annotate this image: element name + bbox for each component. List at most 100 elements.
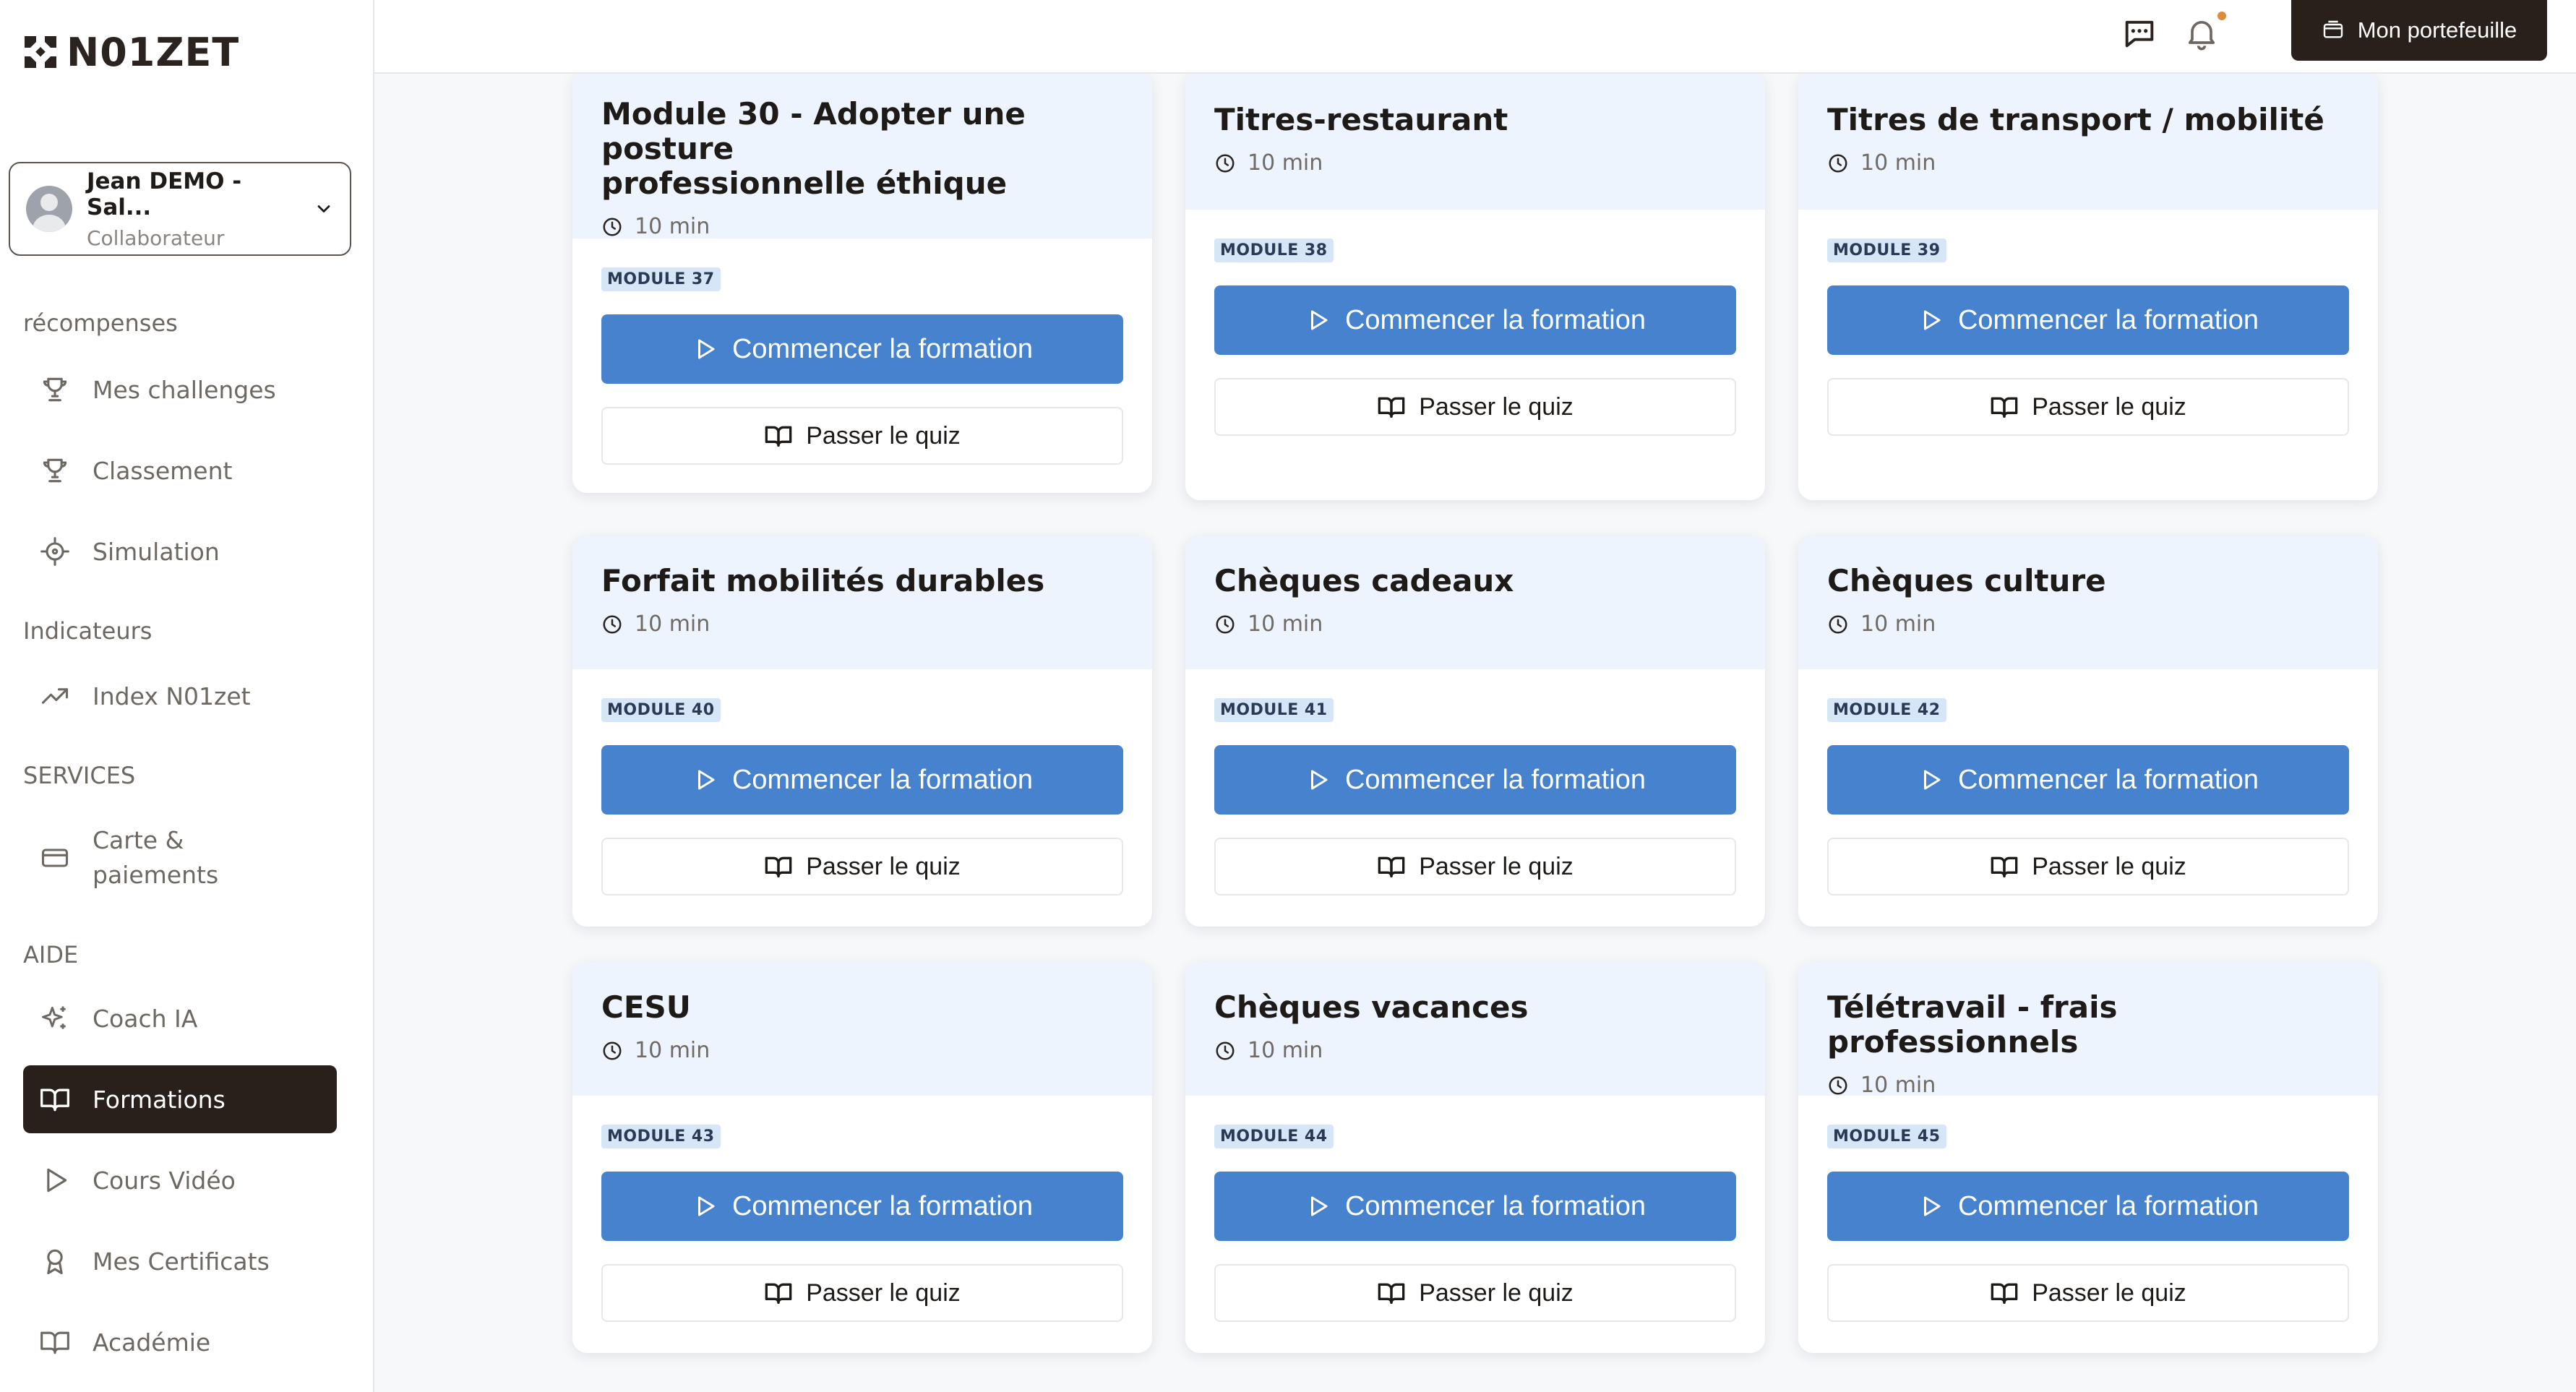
start-formation-button[interactable]: Commencer la formation bbox=[1827, 285, 2349, 355]
bell-icon[interactable] bbox=[2183, 14, 2220, 52]
sidebar-item-label: Mes Certificats bbox=[93, 1247, 270, 1276]
sidebar-item-label: Simulation bbox=[93, 537, 220, 566]
module-duration: 10 min bbox=[1827, 611, 2349, 637]
module-badge: MODULE 42 bbox=[1827, 698, 1946, 722]
play-icon bbox=[1310, 1196, 1328, 1216]
logo-icon bbox=[25, 36, 56, 68]
start-formation-button[interactable]: Commencer la formation bbox=[601, 314, 1123, 384]
trophy-icon bbox=[43, 377, 67, 402]
book-open-icon bbox=[765, 856, 792, 877]
module-title: Titres de transport / mobilité bbox=[1827, 102, 2324, 137]
sidebar-item-label: Classement bbox=[93, 456, 233, 485]
module-card: Forfait mobilités durables 10 min MODULE… bbox=[572, 536, 1152, 927]
module-badge: MODULE 39 bbox=[1827, 239, 1946, 262]
module-badge: MODULE 40 bbox=[601, 698, 721, 722]
chat-icon[interactable] bbox=[2121, 14, 2158, 52]
play-icon bbox=[1923, 310, 1941, 330]
module-duration: 10 min bbox=[1827, 1073, 2349, 1098]
sidebar-item-label: Coach IA bbox=[93, 1004, 198, 1033]
start-formation-button[interactable]: Commencer la formation bbox=[601, 1172, 1123, 1241]
module-card: Module 30 - Adopter une posture professi… bbox=[572, 72, 1152, 493]
chevron-down-icon bbox=[317, 205, 330, 212]
crosshair-icon bbox=[40, 537, 69, 566]
module-title: Chèques cadeaux bbox=[1214, 563, 1514, 598]
nav-section-indicators: Indicateurs bbox=[23, 617, 153, 645]
module-card: Titres-restaurant 10 min MODULE 38 Comme… bbox=[1185, 72, 1765, 500]
brand-logo[interactable]: N01ZET bbox=[22, 29, 239, 75]
start-formation-button[interactable]: Commencer la formation bbox=[1214, 1172, 1736, 1241]
user-role: Collaborateur bbox=[87, 225, 225, 250]
sidebar-item-challenges[interactable]: Mes challenges bbox=[23, 356, 337, 424]
sidebar-item-formations[interactable]: Formations bbox=[23, 1065, 337, 1133]
module-badge: MODULE 41 bbox=[1214, 698, 1334, 722]
module-badge: MODULE 43 bbox=[601, 1125, 721, 1148]
module-card: Titres de transport / mobilité 10 min MO… bbox=[1798, 72, 2378, 500]
module-badge: MODULE 44 bbox=[1214, 1125, 1334, 1148]
book-open-icon bbox=[1378, 856, 1405, 877]
sidebar-item-ranking[interactable]: Classement bbox=[23, 437, 337, 504]
clock-icon bbox=[1216, 154, 1235, 172]
clock-icon bbox=[1216, 615, 1235, 633]
take-quiz-button[interactable]: Passer le quiz bbox=[1827, 378, 2349, 436]
module-card: Chèques cadeaux 10 min MODULE 41 Commenc… bbox=[1185, 536, 1765, 927]
sidebar-item-label: Cours Vidéo bbox=[93, 1166, 236, 1195]
clock-icon bbox=[1216, 1041, 1235, 1060]
play-icon bbox=[47, 1168, 67, 1193]
sidebar-item-label: paiements bbox=[93, 861, 219, 889]
wallet-button[interactable]: Mon portefeuille bbox=[2291, 0, 2547, 61]
sidebar-item-label: Carte & bbox=[93, 826, 184, 854]
sidebar-item-coach[interactable]: Coach IA bbox=[23, 984, 337, 1052]
clock-icon bbox=[603, 1041, 622, 1060]
book-open-icon bbox=[765, 426, 792, 447]
clock-icon bbox=[603, 218, 622, 236]
start-formation-button[interactable]: Commencer la formation bbox=[1827, 745, 2349, 815]
start-formation-button[interactable]: Commencer la formation bbox=[1214, 285, 1736, 355]
wallet-icon bbox=[2323, 20, 2343, 38]
module-duration: 10 min bbox=[1214, 1038, 1736, 1063]
trending-up-icon bbox=[41, 688, 69, 704]
sidebar-item-certificates[interactable]: Mes Certificats bbox=[23, 1227, 337, 1295]
start-formation-button[interactable]: Commencer la formation bbox=[601, 745, 1123, 815]
module-card: CESU 10 min MODULE 43 Commencer la forma… bbox=[572, 963, 1152, 1353]
take-quiz-button[interactable]: Passer le quiz bbox=[1827, 1264, 2349, 1322]
module-duration: 10 min bbox=[1214, 611, 1736, 637]
take-quiz-button[interactable]: Passer le quiz bbox=[1827, 838, 2349, 895]
book-open-icon bbox=[1378, 397, 1405, 418]
start-formation-button[interactable]: Commencer la formation bbox=[1827, 1172, 2349, 1241]
play-icon bbox=[1310, 770, 1328, 790]
module-duration: 10 min bbox=[601, 611, 1123, 637]
module-duration: 10 min bbox=[1214, 150, 1736, 176]
take-quiz-button[interactable]: Passer le quiz bbox=[601, 407, 1123, 465]
play-icon bbox=[1923, 770, 1941, 790]
user-switcher[interactable]: Jean DEMO - Sal... Collaborateur bbox=[9, 162, 351, 256]
sidebar-item-academy[interactable]: Académie bbox=[23, 1308, 337, 1376]
module-badge: MODULE 37 bbox=[601, 267, 721, 291]
sidebar-item-videos[interactable]: Cours Vidéo bbox=[23, 1146, 337, 1214]
take-quiz-button[interactable]: Passer le quiz bbox=[1214, 1264, 1736, 1322]
take-quiz-button[interactable]: Passer le quiz bbox=[601, 1264, 1123, 1322]
module-badge: MODULE 38 bbox=[1214, 239, 1334, 262]
sidebar-item-label: Index N01zet bbox=[93, 682, 251, 710]
module-badge: MODULE 45 bbox=[1827, 1125, 1946, 1148]
credit-card-icon bbox=[41, 848, 69, 867]
module-title: Chèques culture bbox=[1827, 563, 2106, 598]
take-quiz-button[interactable]: Passer le quiz bbox=[1214, 838, 1736, 895]
book-open-icon bbox=[40, 1088, 69, 1112]
clock-icon bbox=[1829, 615, 1847, 633]
sidebar-item-index[interactable]: Index N01zet bbox=[23, 662, 337, 730]
start-formation-button[interactable]: Commencer la formation bbox=[1214, 745, 1736, 815]
module-card: Chèques vacances 10 min MODULE 44 Commen… bbox=[1185, 963, 1765, 1353]
module-title: Forfait mobilités durables bbox=[601, 563, 1045, 598]
sidebar-item-simulation[interactable]: Simulation bbox=[23, 517, 337, 585]
book-open-icon bbox=[1991, 397, 2018, 418]
take-quiz-button[interactable]: Passer le quiz bbox=[1214, 378, 1736, 436]
take-quiz-button[interactable]: Passer le quiz bbox=[601, 838, 1123, 895]
module-title: Chèques vacances bbox=[1214, 989, 1529, 1025]
play-icon bbox=[697, 770, 715, 790]
nav-section-services: SERVICES bbox=[23, 762, 136, 789]
module-title: Titres-restaurant bbox=[1214, 102, 1508, 137]
sidebar-item-card-payments[interactable]: Carte & paiements bbox=[23, 818, 337, 898]
module-card: Télétravail - frais professionnels 10 mi… bbox=[1798, 963, 2378, 1353]
sidebar-item-label: Formations bbox=[93, 1085, 226, 1114]
avatar bbox=[26, 186, 72, 232]
